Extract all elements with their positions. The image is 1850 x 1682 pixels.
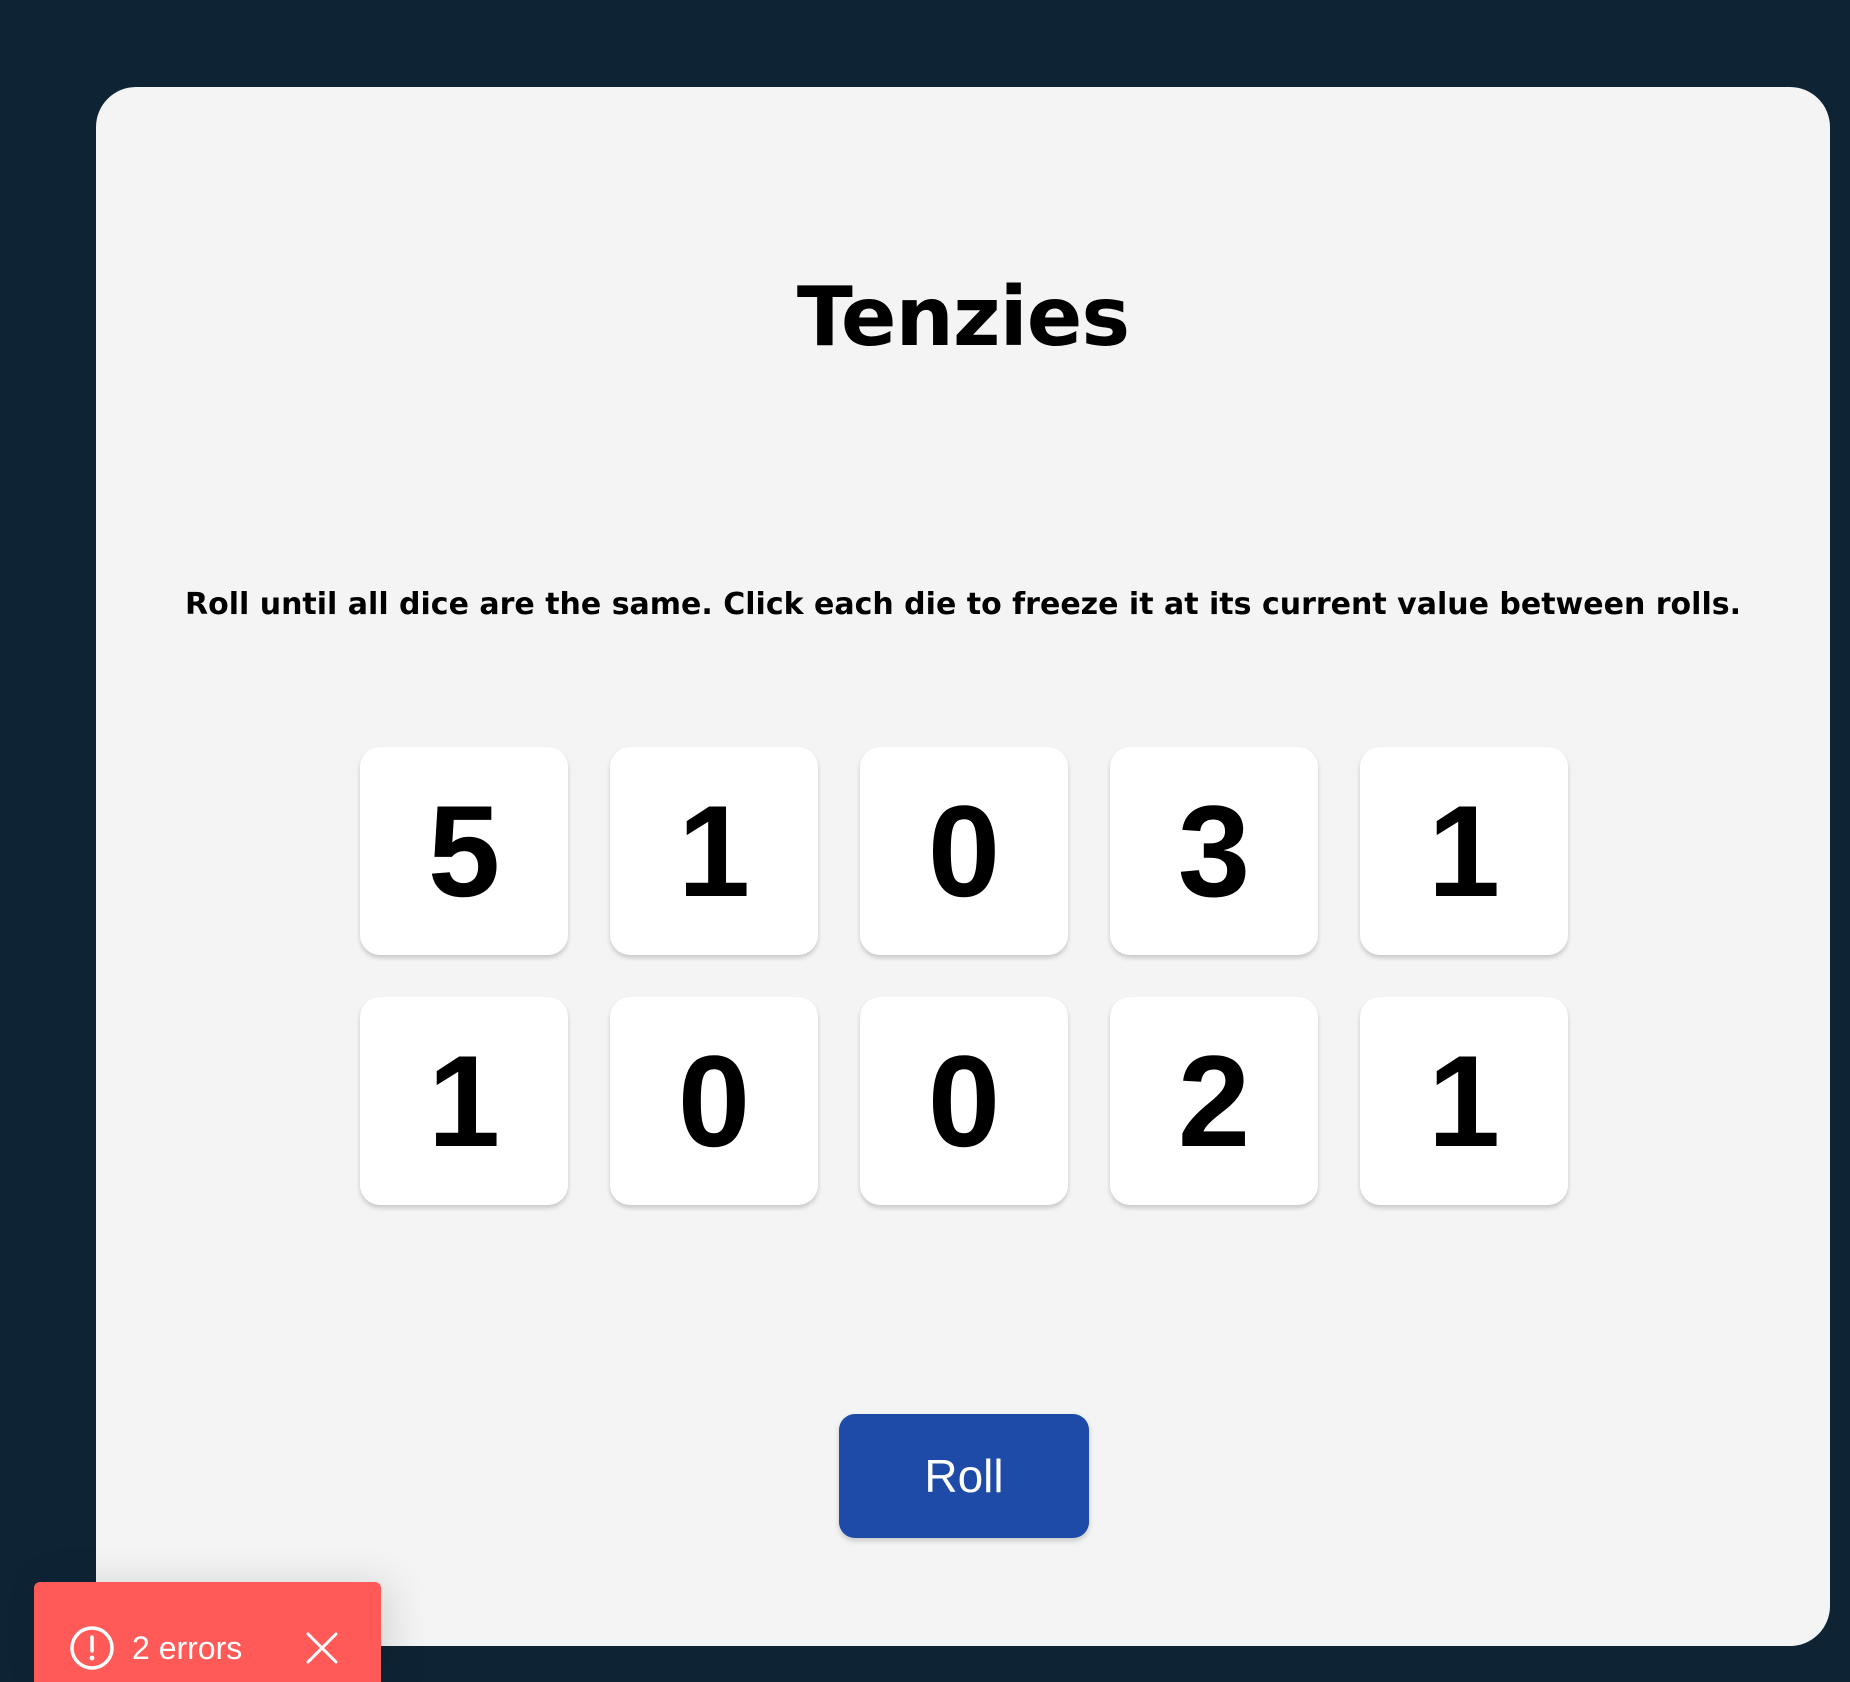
roll-button[interactable]: Roll	[839, 1414, 1089, 1538]
close-icon[interactable]	[305, 1631, 339, 1665]
die-9-value: 2	[1177, 1028, 1251, 1174]
die-10-value: 1	[1427, 1028, 1501, 1174]
die-5[interactable]: 1	[1360, 747, 1568, 955]
die-1[interactable]: 5	[360, 747, 568, 955]
die-5-value: 1	[1427, 778, 1501, 924]
die-10[interactable]: 1	[1360, 997, 1568, 1205]
die-1-value: 5	[427, 778, 501, 924]
error-count-label: 2 errors	[132, 1630, 243, 1666]
die-2-value: 1	[677, 778, 751, 924]
die-4-value: 3	[1177, 778, 1251, 924]
die-7[interactable]: 0	[610, 997, 818, 1205]
die-7-value: 0	[677, 1028, 751, 1174]
page-title: Tenzies	[796, 270, 1130, 365]
alert-circle-icon	[70, 1626, 114, 1670]
die-3-value: 0	[927, 778, 1001, 924]
die-4[interactable]: 3	[1110, 747, 1318, 955]
die-6-value: 1	[427, 1028, 501, 1174]
die-8[interactable]: 0	[860, 997, 1068, 1205]
error-toast[interactable]: 2 errors	[34, 1582, 381, 1682]
die-6[interactable]: 1	[360, 997, 568, 1205]
die-8-value: 0	[927, 1028, 1001, 1174]
instructions-text: Roll until all dice are the same. Click …	[185, 587, 1741, 622]
game-card: Tenzies Roll until all dice are the same…	[96, 87, 1830, 1646]
die-3[interactable]: 0	[860, 747, 1068, 955]
dice-grid: 5 1 0 3 1 1 0 0 2 1	[360, 747, 1568, 1205]
die-9[interactable]: 2	[1110, 997, 1318, 1205]
die-2[interactable]: 1	[610, 747, 818, 955]
